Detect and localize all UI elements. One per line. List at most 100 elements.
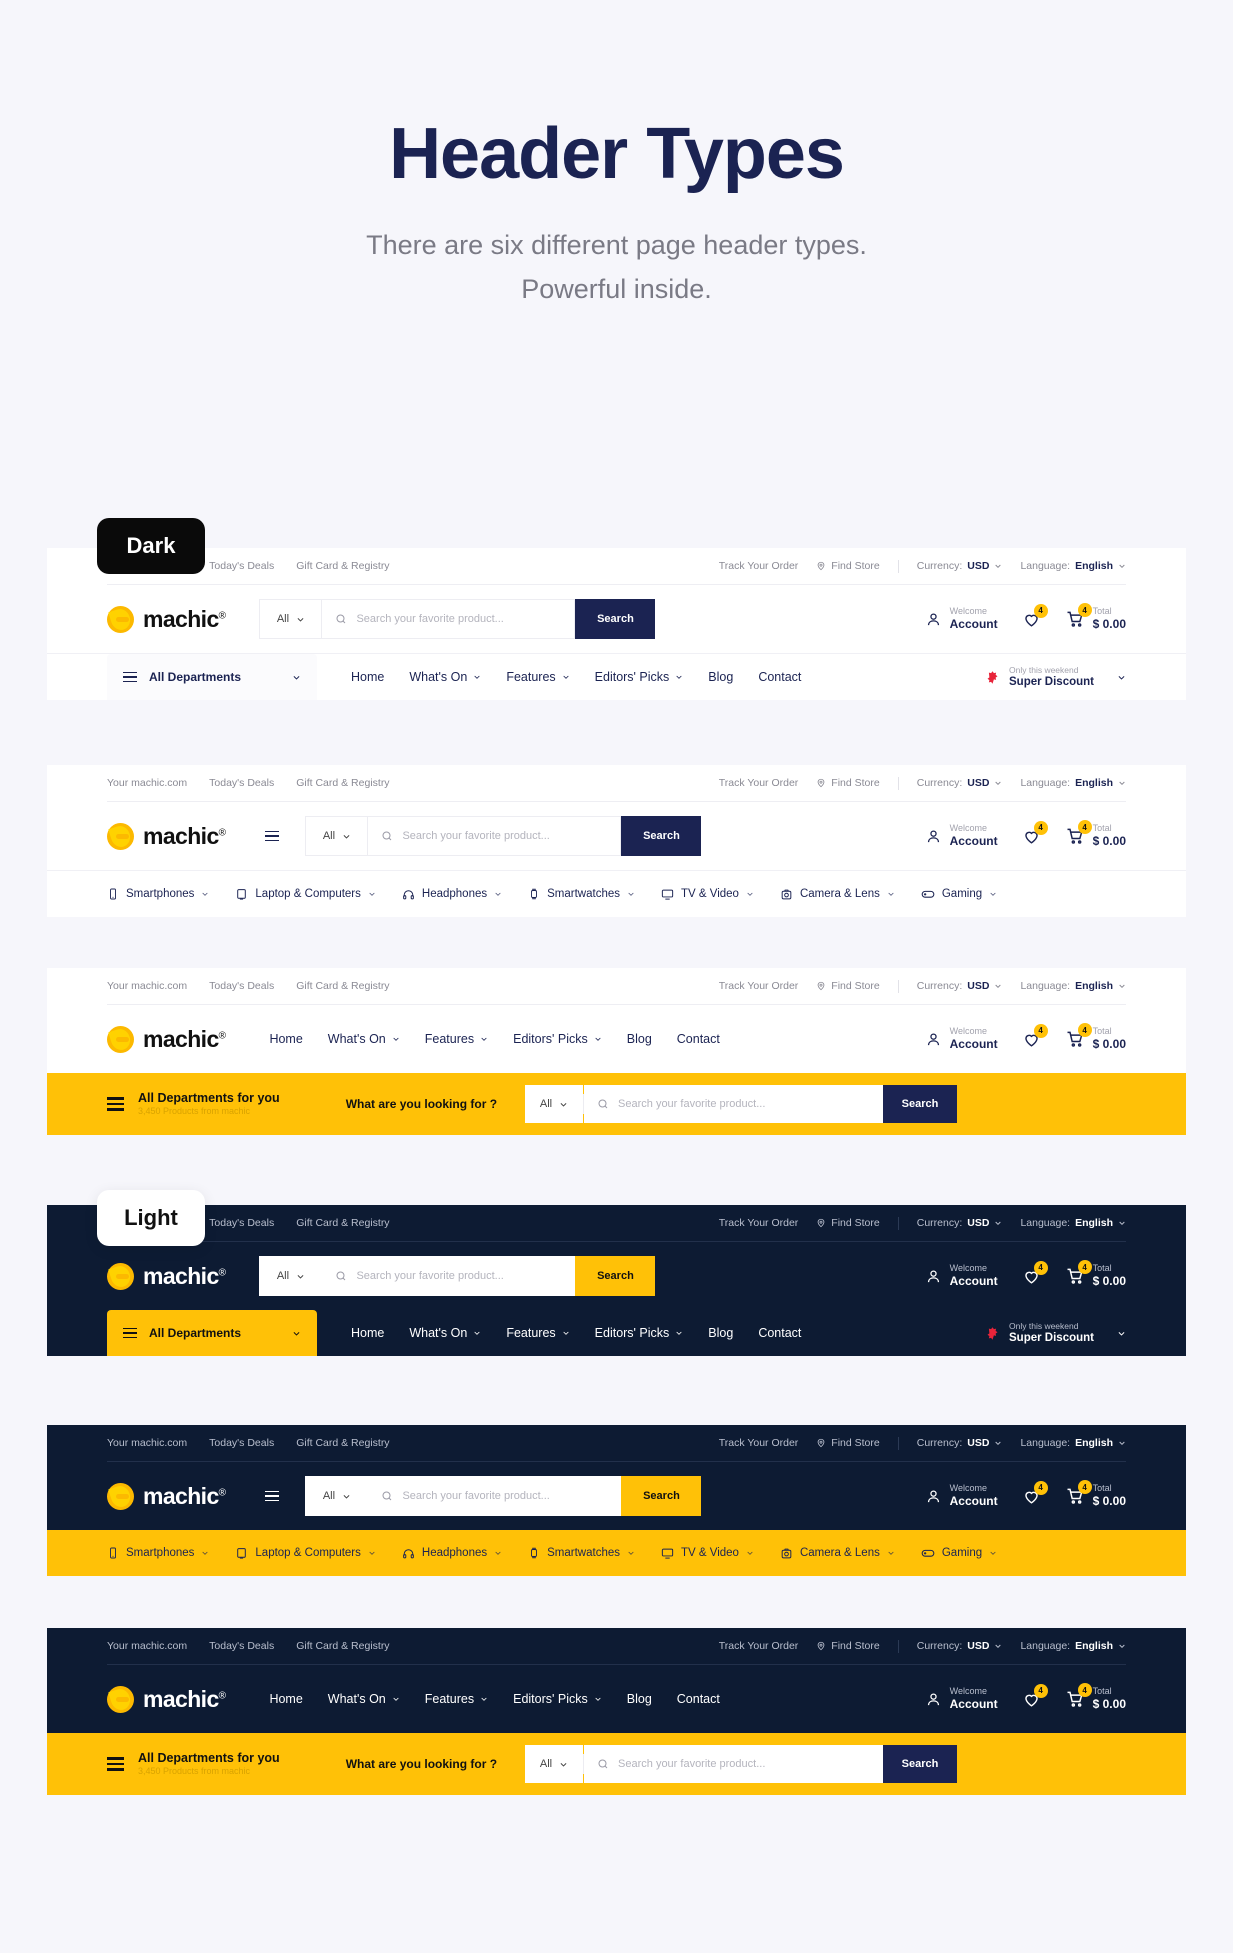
- category-tv-video[interactable]: TV & Video: [661, 1547, 754, 1560]
- search-button[interactable]: Search: [575, 599, 656, 639]
- menu-item-blog[interactable]: Blog: [627, 1032, 652, 1046]
- search-category-select[interactable]: All: [259, 599, 322, 639]
- language-selector[interactable]: Language: English: [1020, 560, 1126, 572]
- currency-selector[interactable]: Currency: USD: [917, 1217, 1003, 1229]
- track-order-link[interactable]: Track Your Order: [719, 1217, 799, 1229]
- cart-button[interactable]: 4 Total $ 0.00: [1065, 820, 1126, 849]
- search-category-select[interactable]: All: [305, 816, 368, 856]
- topbar-link-deals[interactable]: Today's Deals: [209, 980, 274, 992]
- menu-item-contact[interactable]: Contact: [758, 1326, 801, 1340]
- category-tv-video[interactable]: TV & Video: [661, 888, 754, 901]
- category-camera-lens[interactable]: Camera & Lens: [780, 888, 895, 901]
- menu-item-blog[interactable]: Blog: [708, 670, 733, 684]
- topbar-link-site[interactable]: Your machic.com: [107, 1437, 187, 1449]
- currency-selector[interactable]: Currency: USD: [917, 777, 1003, 789]
- cart-button[interactable]: 4 Total $ 0.00: [1065, 1683, 1126, 1712]
- wishlist-button[interactable]: 4: [1022, 603, 1048, 629]
- topbar-link-giftcard[interactable]: Gift Card & Registry: [296, 777, 389, 789]
- menu-item-home[interactable]: Home: [351, 670, 384, 684]
- topbar-link-site[interactable]: Your machic.com: [107, 1640, 187, 1652]
- find-store-link[interactable]: Find Store: [816, 560, 880, 572]
- find-store-link[interactable]: Find Store: [816, 777, 880, 789]
- currency-selector[interactable]: Currency: USD: [917, 980, 1003, 992]
- currency-selector[interactable]: Currency: USD: [917, 1640, 1003, 1652]
- category-smartwatches[interactable]: Smartwatches: [528, 1547, 635, 1559]
- find-store-link[interactable]: Find Store: [816, 1217, 880, 1229]
- language-selector[interactable]: Language: English: [1020, 1217, 1126, 1229]
- menu-item-blog[interactable]: Blog: [708, 1326, 733, 1340]
- topbar-link-site[interactable]: Your machic.com: [107, 980, 187, 992]
- wishlist-button[interactable]: 4: [1022, 820, 1048, 846]
- track-order-link[interactable]: Track Your Order: [719, 1437, 799, 1449]
- menu-item-whats-on[interactable]: What's On: [328, 1692, 400, 1706]
- menu-toggle-icon[interactable]: [265, 830, 280, 842]
- search-input[interactable]: Search your favorite product...: [321, 599, 576, 639]
- topbar-link-giftcard[interactable]: Gift Card & Registry: [296, 560, 389, 572]
- currency-selector[interactable]: Currency: USD: [917, 560, 1003, 572]
- topbar-link-deals[interactable]: Today's Deals: [209, 777, 274, 789]
- find-store-link[interactable]: Find Store: [816, 980, 880, 992]
- menu-item-home[interactable]: Home: [269, 1692, 302, 1706]
- menu-item-features[interactable]: Features: [506, 1326, 569, 1340]
- topbar-link-deals[interactable]: Today's Deals: [209, 1217, 274, 1229]
- mega-departments-button[interactable]: All Departments for you 3,450 Products f…: [107, 1750, 280, 1778]
- find-store-link[interactable]: Find Store: [816, 1640, 880, 1652]
- menu-item-home[interactable]: Home: [269, 1032, 302, 1046]
- account-link[interactable]: Welcome Account: [925, 1026, 998, 1052]
- menu-item-features[interactable]: Features: [425, 1692, 488, 1706]
- track-order-link[interactable]: Track Your Order: [719, 560, 799, 572]
- menu-item-editors-picks[interactable]: Editors' Picks: [513, 1692, 602, 1706]
- track-order-link[interactable]: Track Your Order: [719, 777, 799, 789]
- topbar-link-site[interactable]: Your machic.com: [107, 777, 187, 789]
- category-smartphones[interactable]: Smartphones: [107, 1547, 209, 1559]
- wishlist-button[interactable]: 4: [1022, 1260, 1048, 1286]
- all-departments-button[interactable]: All Departments: [107, 654, 317, 700]
- logo[interactable]: machic®: [107, 605, 226, 633]
- search-button[interactable]: Search: [883, 1745, 958, 1783]
- logo[interactable]: machic®: [107, 1262, 226, 1290]
- menu-item-whats-on[interactable]: What's On: [409, 670, 481, 684]
- search-category-select[interactable]: All: [525, 1745, 584, 1783]
- language-selector[interactable]: Language: English: [1020, 1437, 1126, 1449]
- category-laptop-computers[interactable]: Laptop & Computers: [235, 1547, 375, 1560]
- find-store-link[interactable]: Find Store: [816, 1437, 880, 1449]
- search-category-select[interactable]: All: [305, 1476, 368, 1516]
- cart-button[interactable]: 4 Total $ 0.00: [1065, 603, 1126, 632]
- logo[interactable]: machic®: [107, 1025, 226, 1053]
- wishlist-button[interactable]: 4: [1022, 1480, 1048, 1506]
- category-gaming[interactable]: Gaming: [921, 887, 997, 901]
- topbar-link-giftcard[interactable]: Gift Card & Registry: [296, 1217, 389, 1229]
- category-smartphones[interactable]: Smartphones: [107, 888, 209, 900]
- mega-departments-button[interactable]: All Departments for you 3,450 Products f…: [107, 1090, 280, 1118]
- menu-item-editors-picks[interactable]: Editors' Picks: [595, 670, 684, 684]
- super-discount-widget[interactable]: Only this weekend Super Discount: [985, 1321, 1126, 1346]
- topbar-link-deals[interactable]: Today's Deals: [209, 1437, 274, 1449]
- account-link[interactable]: Welcome Account: [925, 1686, 998, 1712]
- menu-item-editors-picks[interactable]: Editors' Picks: [595, 1326, 684, 1340]
- category-headphones[interactable]: Headphones: [402, 1547, 502, 1560]
- search-button[interactable]: Search: [621, 816, 702, 856]
- language-selector[interactable]: Language: English: [1020, 777, 1126, 789]
- menu-item-contact[interactable]: Contact: [677, 1032, 720, 1046]
- menu-item-home[interactable]: Home: [351, 1326, 384, 1340]
- search-input[interactable]: Search your favorite product...: [584, 1085, 884, 1123]
- search-input[interactable]: Search your favorite product...: [584, 1745, 884, 1783]
- track-order-link[interactable]: Track Your Order: [719, 1640, 799, 1652]
- account-link[interactable]: Welcome Account: [925, 823, 998, 849]
- category-headphones[interactable]: Headphones: [402, 888, 502, 901]
- category-laptop-computers[interactable]: Laptop & Computers: [235, 888, 375, 901]
- search-input[interactable]: Search your favorite product...: [367, 1476, 622, 1516]
- logo[interactable]: machic®: [107, 1482, 226, 1510]
- search-button[interactable]: Search: [621, 1476, 702, 1516]
- topbar-link-giftcard[interactable]: Gift Card & Registry: [296, 980, 389, 992]
- category-camera-lens[interactable]: Camera & Lens: [780, 1547, 895, 1560]
- wishlist-button[interactable]: 4: [1022, 1023, 1048, 1049]
- search-category-select[interactable]: All: [259, 1256, 322, 1296]
- menu-item-whats-on[interactable]: What's On: [409, 1326, 481, 1340]
- category-gaming[interactable]: Gaming: [921, 1546, 997, 1560]
- search-button[interactable]: Search: [883, 1085, 958, 1123]
- topbar-link-giftcard[interactable]: Gift Card & Registry: [296, 1640, 389, 1652]
- currency-selector[interactable]: Currency: USD: [917, 1437, 1003, 1449]
- cart-button[interactable]: 4 Total $ 0.00: [1065, 1480, 1126, 1509]
- cart-button[interactable]: 4 Total $ 0.00: [1065, 1260, 1126, 1289]
